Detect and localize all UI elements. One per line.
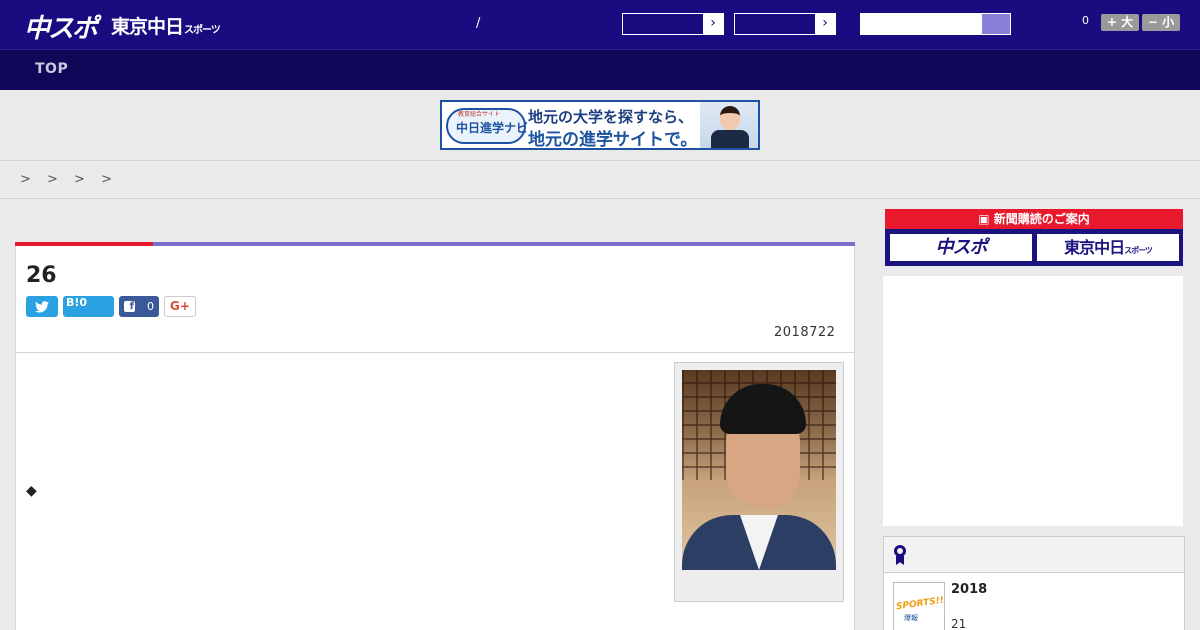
- article-body-marker: ◆: [26, 483, 37, 499]
- subscription-heading-text: 新聞購読のご案内: [993, 212, 1090, 226]
- banner-photo: [700, 102, 758, 148]
- banner-photo-head: [720, 106, 740, 130]
- font-size-indicator: 0: [1082, 14, 1089, 27]
- ranking-thumbnail[interactable]: SPORTS!! 爆報: [893, 582, 945, 630]
- subscribe-tokyo-text: 東京中日: [1064, 238, 1125, 257]
- font-larger-button[interactable]: + 大: [1101, 14, 1139, 31]
- article-card: 26 B!0 f 0 G+ 2018722 ◆: [15, 242, 855, 630]
- ranking-badge-circle: [894, 545, 906, 557]
- chuspo-logo[interactable]: 中スポ: [24, 8, 98, 45]
- ranking-panel: SPORTS!! 爆報 2018 21: [883, 536, 1185, 630]
- facebook-share-button[interactable]: f 0: [119, 296, 159, 317]
- site-header: 中スポ 東京中日スポーツ / › › 0 + 大 − 小: [0, 0, 1200, 49]
- banner-logo-caption: 教育総合サイト: [458, 111, 501, 118]
- banner-logo-title: 中日進学ナビ: [456, 121, 529, 135]
- banner-photo-body: [711, 130, 749, 148]
- article-date: 2018722: [774, 325, 836, 340]
- main-nav: TOP: [0, 49, 1200, 90]
- search-button[interactable]: [982, 13, 1011, 35]
- sidebar-ad-slot[interactable]: [883, 276, 1183, 526]
- google-plus-share-button[interactable]: G+: [164, 296, 196, 317]
- divider: [16, 352, 854, 353]
- chevron-right-icon: ›: [815, 14, 835, 34]
- facebook-share-count: 0: [147, 300, 154, 313]
- tokyo-logo-suffix: スポーツ: [184, 25, 221, 36]
- tokyo-chunichi-logo[interactable]: 東京中日スポーツ: [111, 12, 221, 39]
- breadcrumb[interactable]: > > > >: [20, 172, 118, 187]
- category-select-2[interactable]: ›: [734, 13, 836, 35]
- ranking-header: [884, 537, 1184, 573]
- subscription-heading: ▣ 新聞購読のご案内: [885, 209, 1183, 229]
- google-plus-icon: G+: [170, 299, 190, 313]
- ranking-badge-icon: [894, 545, 906, 565]
- newspaper-subscription-box: ▣ 新聞購読のご案内 中スポ 東京中日スポーツ: [885, 209, 1183, 266]
- ranking-item-title[interactable]: 2018: [951, 582, 987, 597]
- article-photo-frame: [674, 362, 844, 602]
- nav-item-top[interactable]: TOP: [35, 61, 68, 77]
- banner-logo: 教育総合サイト 中日進学ナビ: [446, 108, 529, 144]
- subscribe-tokyo-suffix: スポーツ: [1124, 246, 1153, 255]
- article-photo[interactable]: [682, 370, 836, 570]
- subscribe-tokyo-chunichi-button[interactable]: 東京中日スポーツ: [1036, 233, 1180, 262]
- category-select-1[interactable]: ›: [622, 13, 724, 35]
- chevron-right-icon: ›: [703, 14, 723, 34]
- ranking-badge-ribbon: [896, 556, 904, 565]
- newspaper-icon: ▣: [978, 212, 994, 226]
- article-accent-bar: [15, 242, 855, 246]
- ad-banner-shingaku-navi[interactable]: 教育総合サイト 中日進学ナビ 地元の大学を探すなら、 地元の進学サイトで。: [440, 100, 760, 150]
- ranking-thumbnail-title: SPORTS!!: [895, 595, 945, 613]
- banner-text-line2: 地元の進学サイトで。: [528, 130, 698, 150]
- article-accent-red: [15, 242, 153, 246]
- font-smaller-button[interactable]: − 小: [1142, 14, 1180, 31]
- ranking-item-subtitle: 21: [951, 617, 967, 630]
- divider: [0, 198, 1200, 199]
- search-input[interactable]: [860, 13, 983, 35]
- twitter-icon: [35, 301, 49, 313]
- hatena-bookmark-button[interactable]: B!0: [63, 296, 114, 317]
- facebook-icon: f: [124, 301, 135, 312]
- subscribe-chuspo-button[interactable]: 中スポ: [889, 233, 1033, 262]
- article-title: 26: [26, 263, 57, 288]
- hatena-bookmark-icon: B!0: [66, 296, 88, 309]
- ranking-thumbnail-sub: 爆報: [904, 614, 918, 622]
- twitter-share-button[interactable]: [26, 296, 58, 317]
- header-separator: /: [476, 16, 481, 31]
- divider: [0, 160, 1200, 161]
- tokyo-logo-text: 東京中日: [111, 16, 184, 38]
- banner-text-line1: 地元の大学を探すなら、: [528, 108, 694, 126]
